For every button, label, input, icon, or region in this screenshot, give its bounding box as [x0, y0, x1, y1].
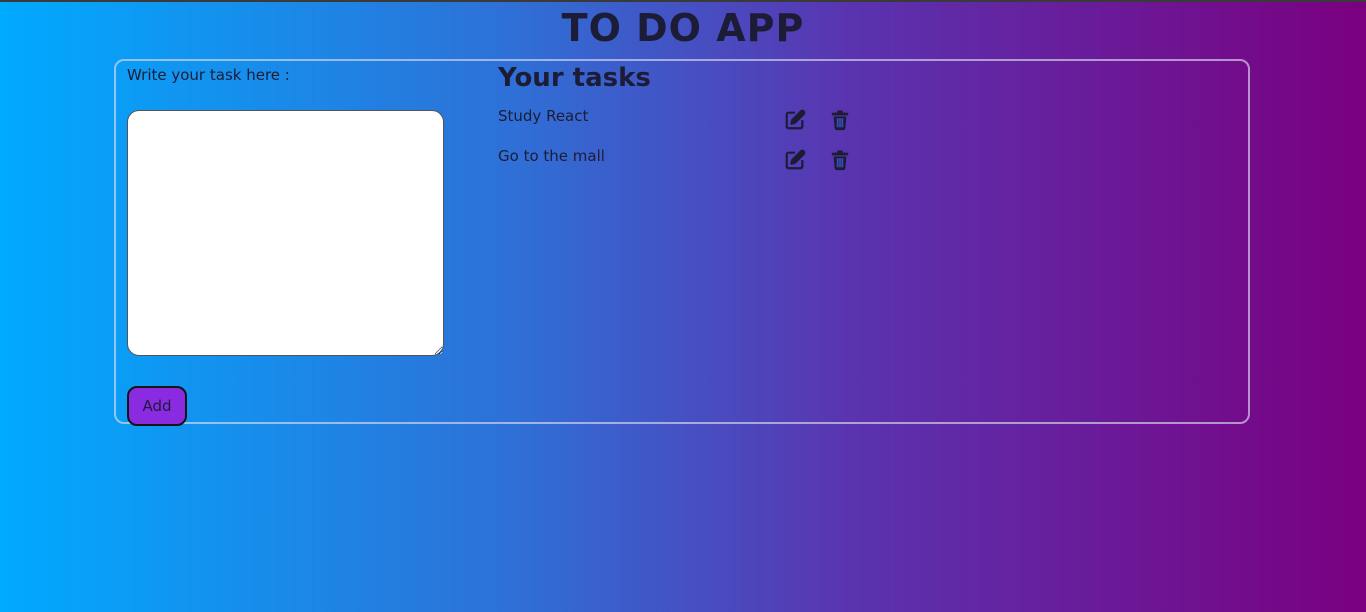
task-text: Go to the mall — [498, 147, 605, 165]
add-button[interactable]: Add — [127, 386, 187, 426]
trash-icon[interactable] — [829, 149, 853, 173]
task-item: Go to the mall — [498, 147, 878, 175]
tasks-heading: Your tasks — [498, 63, 651, 93]
todo-panel: Write your task here : Add Your tasks St… — [114, 59, 1250, 426]
edit-icon[interactable] — [784, 109, 808, 133]
task-input-label: Write your task here : — [127, 66, 290, 84]
task-textarea[interactable] — [127, 110, 444, 356]
edit-icon[interactable] — [784, 149, 808, 173]
task-text: Study React — [498, 107, 589, 125]
trash-icon[interactable] — [829, 109, 853, 133]
app-title: TO DO APP — [561, 6, 805, 50]
task-item: Study React — [498, 107, 878, 135]
